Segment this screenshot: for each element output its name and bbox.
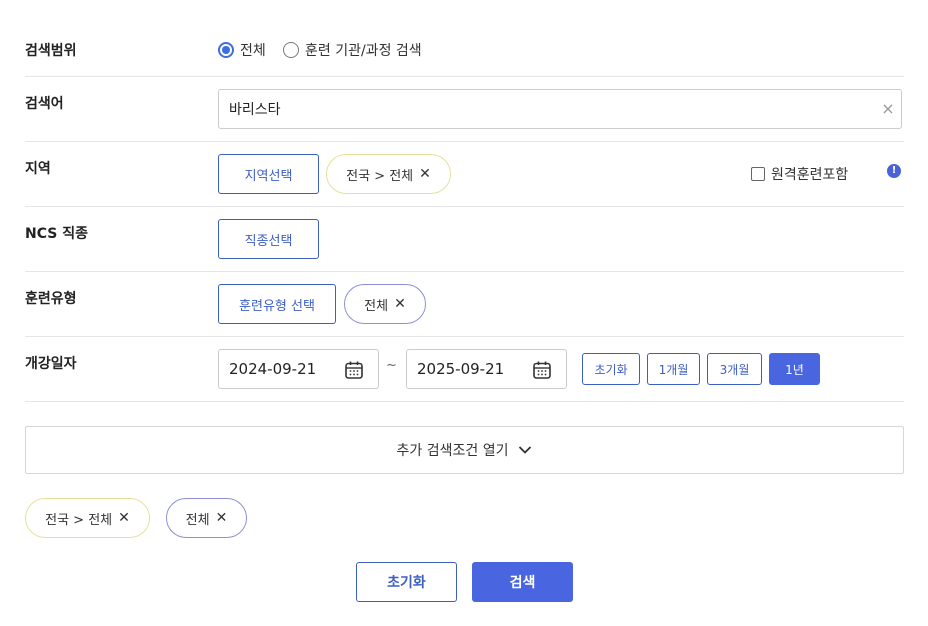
search-button[interactable]: 검색 (472, 562, 573, 602)
info-icon[interactable]: ! (887, 164, 901, 178)
date-from-value: 2024-09-21 (229, 360, 317, 378)
region-label: 지역 (25, 161, 51, 177)
checkbox-icon (751, 167, 765, 181)
scope-radio-all[interactable]: 전체 (218, 40, 266, 60)
date-to-value: 2025-09-21 (417, 360, 505, 378)
calendar-icon[interactable] (344, 360, 364, 380)
scope-row: 검색범위 (25, 22, 904, 77)
remote-training-checkbox[interactable]: 원격훈련포함 (751, 164, 848, 184)
ncs-label: NCS 직종 (25, 226, 88, 242)
selected-filter-label: 전체 (185, 512, 210, 528)
scope-radio-all-label: 전체 (240, 43, 266, 59)
date-from-input[interactable]: 2024-09-21 (218, 349, 379, 389)
ncs-select-button[interactable]: 직종선택 (218, 219, 319, 259)
date-reset-button[interactable]: 초기화 (582, 353, 640, 385)
remote-training-label: 원격훈련포함 (771, 167, 849, 183)
more-conditions-label: 추가 검색조건 열기 (396, 443, 509, 459)
close-icon[interactable]: ✕ (118, 510, 130, 526)
keyword-label: 검색어 (25, 96, 64, 112)
training-type-row: 훈련유형 (25, 272, 904, 337)
date-separator: ~ (386, 358, 397, 373)
selected-filter-chip[interactable]: 전국 > 전체 ✕ (25, 498, 150, 538)
start-date-label: 개강일자 (25, 356, 77, 372)
training-type-label: 훈련유형 (25, 291, 77, 307)
region-chip-label: 전국 > 전체 (346, 168, 414, 184)
selected-filter-label: 전국 > 전체 (45, 512, 113, 528)
radio-unselected-icon (283, 42, 299, 58)
keyword-input[interactable] (218, 89, 902, 129)
ncs-row: NCS 직종 (25, 207, 904, 272)
region-chip[interactable]: 전국 > 전체 ✕ (326, 154, 451, 194)
scope-radio-institution[interactable]: 훈련 기관/과정 검색 (283, 40, 422, 60)
reset-button[interactable]: 초기화 (356, 562, 457, 602)
date-1year-button[interactable]: 1년 (769, 353, 820, 385)
close-icon[interactable]: ✕ (394, 296, 406, 312)
chevron-down-icon (519, 446, 532, 454)
training-type-chip-label: 전체 (364, 298, 389, 314)
training-type-chip[interactable]: 전체 ✕ (344, 284, 426, 324)
close-icon[interactable]: ✕ (216, 510, 228, 526)
date-to-input[interactable]: 2025-09-21 (406, 349, 567, 389)
training-type-select-button[interactable]: 훈련유형 선택 (218, 284, 336, 324)
radio-selected-icon (218, 42, 234, 58)
date-1month-button[interactable]: 1개월 (647, 353, 700, 385)
scope-label: 검색범위 (25, 43, 77, 59)
close-icon[interactable]: × (880, 99, 896, 119)
more-conditions-toggle[interactable]: 추가 검색조건 열기 (25, 426, 904, 474)
calendar-icon[interactable] (532, 360, 552, 380)
date-3month-button[interactable]: 3개월 (707, 353, 762, 385)
scope-radio-institution-label: 훈련 기관/과정 검색 (305, 43, 422, 59)
region-select-button[interactable]: 지역선택 (218, 154, 319, 194)
close-icon[interactable]: ✕ (419, 166, 431, 182)
selected-filter-chip[interactable]: 전체 ✕ (166, 498, 247, 538)
